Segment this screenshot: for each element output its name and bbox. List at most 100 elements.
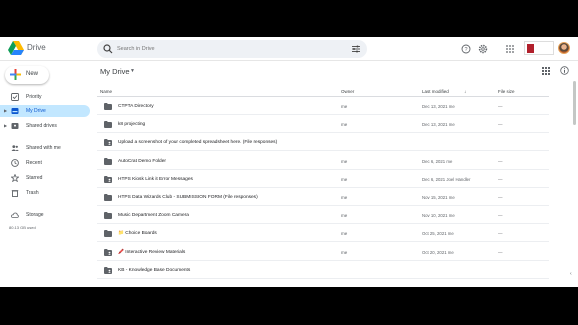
priority-checkbox-icon [11,93,19,101]
star-icon [11,174,19,182]
file-row[interactable]: HTPS Kiosk Link it Error Messages me Dec 6… [97,170,549,188]
info-icon[interactable] [560,66,569,75]
search-options-icon[interactable] [351,44,361,54]
sidebar-item-label: Shared with me [26,145,61,151]
file-last-modified: Nov 10, 2021 me [422,213,455,219]
cloud-icon [11,212,19,218]
file-last-modified: Dec 6, 2021 Joel Handler [422,176,471,182]
column-header-file-size[interactable]: File size [498,89,515,94]
file-row[interactable]: 🖍️ Interactive Review Materials me Oct 20,… [97,243,549,261]
app-title: Drive [27,43,46,52]
file-name: AutoCrat Demo Folder [118,158,166,164]
file-name: HTPS Kiosk Link it Error Messages [118,176,193,182]
folder-icon [104,194,112,201]
file-size: — [498,104,503,109]
file-row[interactable]: CTPTA Directory me Dec 13, 2021 me — [97,97,549,115]
file-owner: me [341,104,348,109]
file-size: — [498,195,503,200]
file-size: — [498,176,503,182]
file-owner: me [341,195,348,200]
column-header-owner[interactable]: Owner [341,89,354,94]
file-name: k8 projecting [118,122,146,128]
sidebar-item-storage[interactable]: Storage [0,209,90,221]
file-size: — [498,213,503,219]
sidebar-item-trash[interactable]: Trash [0,187,90,199]
file-name: HTPS Data Wizards Club - SUBMISSION FORM… [118,195,258,200]
shared-folder-icon [104,248,112,256]
side-panel-toggle-icon[interactable]: ‹ [570,271,572,277]
file-size: — [498,122,503,128]
sidebar-item-shared-drives[interactable]: ▶ Shared drives [0,120,90,132]
search-input[interactable] [117,44,337,54]
sort-arrow-icon[interactable]: ↓ [464,89,466,94]
file-name: KB - Knowledge Base Documents [118,267,191,273]
file-size: — [498,231,503,237]
file-owner: me [341,249,348,255]
file-last-modified: Oct 25, 2021 me [422,231,454,237]
chevron-down-icon[interactable]: ▼ [130,68,135,74]
new-button[interactable]: New [5,66,49,84]
file-size: — [498,158,503,164]
file-row[interactable]: k8 projecting me Dec 13, 2021 me — [97,115,549,134]
file-row[interactable]: 📁 Choice Boards me Oct 25, 2021 me — [97,224,549,243]
drive-logo-icon[interactable] [8,41,24,55]
expand-caret-icon[interactable]: ▶ [4,108,7,113]
help-icon[interactable]: ? [461,44,471,54]
shared-drives-icon [11,123,19,129]
folder-icon [104,103,112,110]
file-owner: me [341,213,348,219]
sidebar-item-label: Priority [26,94,42,100]
sidebar-item-priority[interactable]: Priority [0,91,90,103]
file-name: CTPTA Directory [118,104,154,109]
file-name: Music Department Zoom Camera [118,213,189,219]
sidebar-item-shared-with-me[interactable]: Shared with me [0,142,90,154]
search-bar[interactable] [97,40,367,58]
file-owner: me [341,122,348,128]
sidebar-item-label: Starred [26,175,43,181]
grid-view-icon[interactable] [542,67,550,75]
sidebar-item-label: Recent [26,160,42,166]
scrollbar-thumb[interactable] [573,81,576,125]
my-drive-icon [11,108,19,114]
people-icon [11,145,19,151]
file-last-modified: Dec 13, 2021 me [422,122,455,128]
sidebar-item-label: My Drive [26,108,46,114]
drive-window: Drive ? [0,37,578,287]
file-row[interactable]: Upload a screenshot of your completed sp… [97,133,549,152]
shared-folder-icon [104,175,112,183]
file-owner: me [341,158,348,164]
folder-icon [104,212,112,220]
expand-caret-icon[interactable]: ▶ [4,123,7,128]
file-row[interactable]: KB - Knowledge Base Documents [97,261,549,279]
account-avatar[interactable] [558,42,570,54]
sidebar-item-starred[interactable]: Starred [0,172,90,184]
organization-logo[interactable] [524,41,554,55]
file-name: 🖍️ Interactive Review Materials [118,249,186,255]
column-header-name[interactable]: Name [100,89,112,94]
sidebar-item-recent[interactable]: Recent [0,157,90,169]
settings-gear-icon[interactable] [478,44,488,54]
column-header-last-modified[interactable]: Last modified [422,89,449,94]
search-icon[interactable] [103,44,113,54]
folder-icon [104,230,112,238]
file-row[interactable]: Music Department Zoom Camera me Nov 10, 20… [97,206,549,225]
file-name: 📁 Choice Boards [118,231,157,237]
shared-folder-icon [104,139,112,147]
file-last-modified: Dec 6, 2021 me [422,158,453,164]
folder-icon [104,121,112,129]
page-title[interactable]: My Drive [100,67,130,76]
clock-icon [11,159,19,167]
sidebar-item-label: Storage [26,212,44,218]
file-size: — [498,249,503,255]
sidebar-item-my-drive[interactable]: ▶ My Drive [0,105,90,117]
organization-mark-icon [527,44,534,53]
file-row[interactable]: HTPS Data Wizards Club - SUBMISSION FORM… [97,188,549,206]
sidebar-item-label: Shared drives [26,123,57,129]
file-row[interactable]: AutoCrat Demo Folder me Dec 6, 2021 me — [97,152,549,170]
top-bar: Drive ? [0,37,578,61]
file-last-modified: Nov 15, 2021 me [422,195,455,200]
storage-used-text: 80.13 GB used [9,225,36,230]
new-button-label: New [26,71,39,77]
plus-icon [10,69,21,83]
apps-grid-icon[interactable] [505,44,515,54]
